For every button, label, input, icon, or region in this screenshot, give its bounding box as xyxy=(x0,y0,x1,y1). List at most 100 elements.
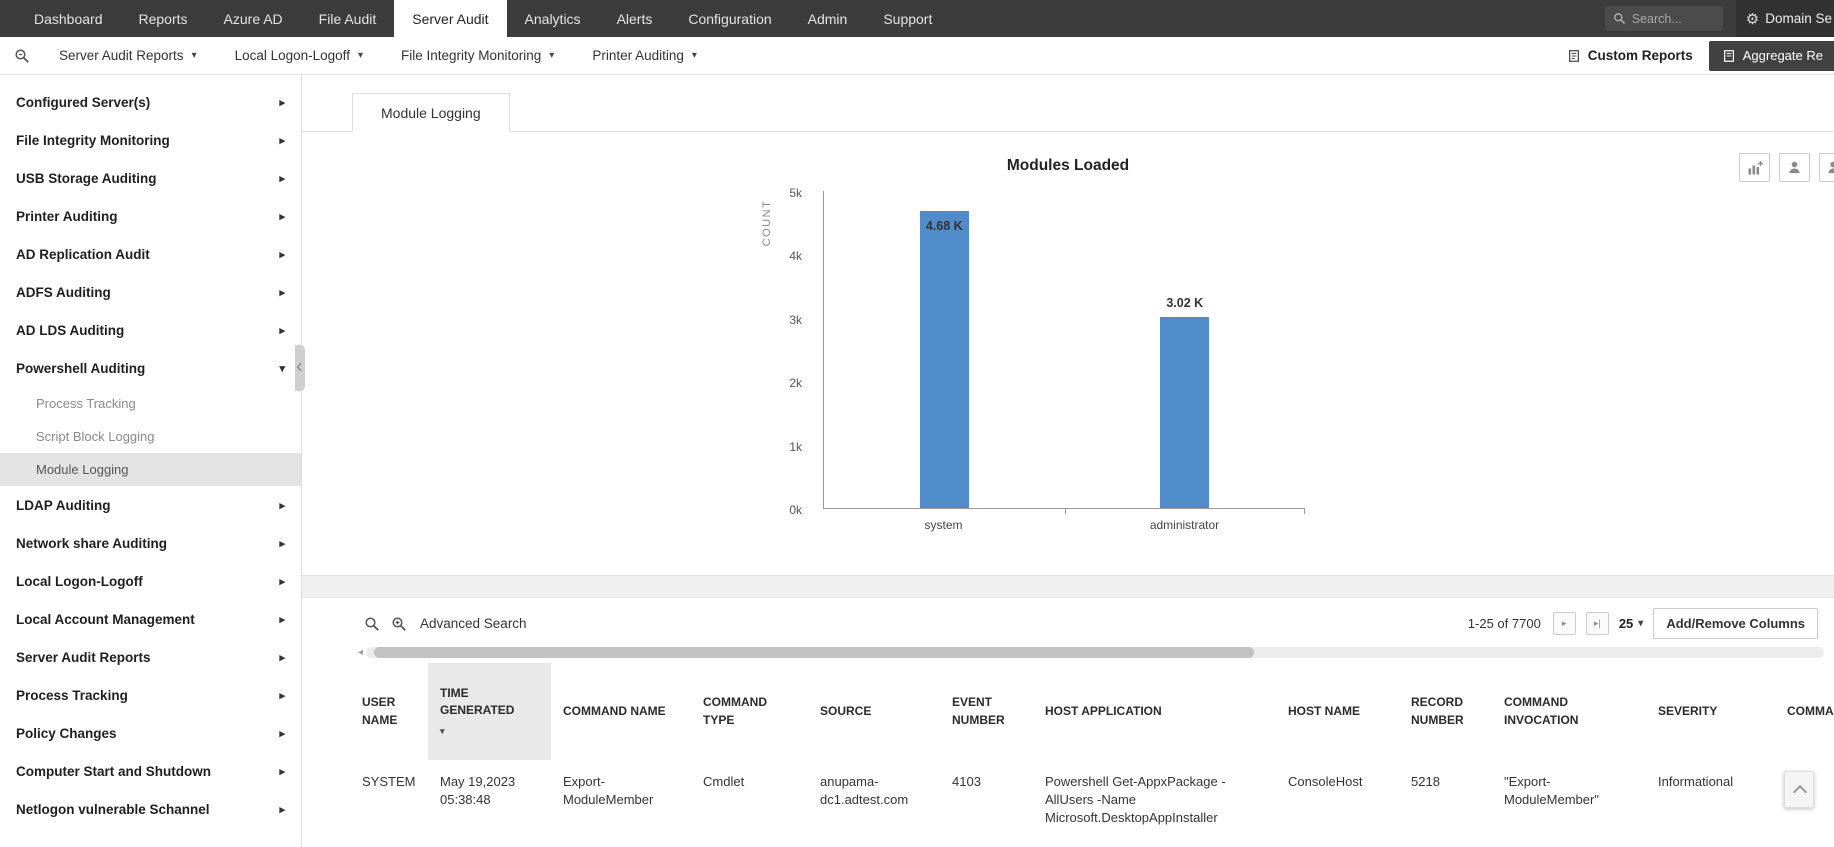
cell-user-name: SYSTEM xyxy=(350,760,428,828)
module-logging-table: USER NAME TIME GENERATED ▾ COMMAND NAME … xyxy=(350,663,1834,828)
col-command-name[interactable]: COMMAND NAME xyxy=(551,663,691,760)
caret-down-icon: ▾ xyxy=(358,50,363,61)
sidebar-item-usb-storage-auditing[interactable]: USB Storage Auditing▸ xyxy=(0,159,301,197)
aggregate-reports-button[interactable]: Aggregate Re xyxy=(1709,41,1834,71)
x-tick-system: system xyxy=(823,518,1064,532)
add-remove-columns-button[interactable]: Add/Remove Columns xyxy=(1653,608,1818,639)
sidebar-subitem-script-block-logging[interactable]: Script Block Logging xyxy=(0,420,301,453)
sidebar-item-ad-lds-auditing[interactable]: AD LDS Auditing▸ xyxy=(0,311,301,349)
quick-search-icon[interactable] xyxy=(14,48,30,64)
sidebar-item-label: Configured Server(s) xyxy=(16,95,150,110)
chevron-right-icon: ▸ xyxy=(279,803,285,816)
nav-reports[interactable]: Reports xyxy=(121,0,206,37)
sidebar-item-ad-replication-audit[interactable]: AD Replication Audit▸ xyxy=(0,235,301,273)
menu-printer-auditing[interactable]: Printer Auditing ▾ xyxy=(573,48,716,63)
global-search[interactable] xyxy=(1605,6,1723,31)
sidebar-item-policy-changes[interactable]: Policy Changes▸ xyxy=(0,714,301,752)
sidebar-item-local-account-management[interactable]: Local Account Management▸ xyxy=(0,600,301,638)
nav-analytics[interactable]: Analytics xyxy=(507,0,599,37)
advanced-search-icon[interactable] xyxy=(391,616,407,632)
cell-host-application: Powershell Get-AppxPackage -AllUsers -Na… xyxy=(1033,760,1276,828)
column-label: USER NAME xyxy=(362,695,397,726)
y-axis-ticks: 0k1k2k3k4k5k xyxy=(748,191,814,509)
nav-azure-ad[interactable]: Azure AD xyxy=(206,0,301,37)
sort-desc-icon[interactable]: ▾ xyxy=(440,725,539,738)
main-content: Module Logging Modules Loaded COUNT 0k1k… xyxy=(302,75,1834,847)
y-tick-label: 1k xyxy=(752,440,802,454)
bar-system[interactable] xyxy=(920,211,969,508)
table-viewport: USER NAME TIME GENERATED ▾ COMMAND NAME … xyxy=(350,663,1834,828)
sidebar-subitem-label: Module Logging xyxy=(36,462,129,477)
bar-administrator[interactable] xyxy=(1160,317,1209,508)
sidebar-item-configured-servers[interactable]: Configured Server(s) ▸ xyxy=(0,83,301,121)
sidebar-subitem-process-tracking[interactable]: Process Tracking xyxy=(0,387,301,420)
nav-support[interactable]: Support xyxy=(865,0,950,37)
add-to-report-icon[interactable] xyxy=(1739,153,1770,182)
column-label: COMMAND PATH xyxy=(1787,704,1834,718)
sidebar-item-server-audit-reports[interactable]: Server Audit Reports▸ xyxy=(0,638,301,676)
sidebar-item-network-share-auditing[interactable]: Network share Auditing▸ xyxy=(0,524,301,562)
nav-alerts[interactable]: Alerts xyxy=(599,0,671,37)
next-page-button[interactable]: ▸ xyxy=(1553,612,1576,635)
nav-dashboard[interactable]: Dashboard xyxy=(16,0,121,37)
menu-local-logon-logoff[interactable]: Local Logon-Logoff ▾ xyxy=(216,48,382,63)
sidebar-item-netlogon-vulnerable-schannel[interactable]: Netlogon vulnerable Schannel▸ xyxy=(0,790,301,828)
domain-settings[interactable]: ⚙ Domain Se xyxy=(1736,0,1834,37)
col-time-generated[interactable]: TIME GENERATED ▾ xyxy=(428,663,551,760)
menu-server-audit-reports[interactable]: Server Audit Reports ▾ xyxy=(40,48,216,63)
col-command-type[interactable]: COMMAND TYPE xyxy=(691,663,808,760)
search-input[interactable] xyxy=(1632,12,1714,26)
sidebar-collapse-handle[interactable] xyxy=(295,345,305,391)
col-severity[interactable]: SEVERITY xyxy=(1646,663,1775,760)
caret-down-icon: ▾ xyxy=(1638,618,1643,629)
sidebar-item-powershell-auditing[interactable]: Powershell Auditing▾ xyxy=(0,349,301,387)
col-record-number[interactable]: RECORD NUMBER xyxy=(1399,663,1492,760)
chevron-right-icon: ▸ xyxy=(279,96,285,109)
nav-server-audit[interactable]: Server Audit xyxy=(394,0,506,37)
menu-file-integrity-monitoring[interactable]: File Integrity Monitoring ▾ xyxy=(382,48,573,63)
sidebar-item-label: File Integrity Monitoring xyxy=(16,133,170,148)
col-source[interactable]: SOURCE xyxy=(808,663,940,760)
tab-strip: Module Logging xyxy=(302,75,1834,132)
scroll-to-top-button[interactable] xyxy=(1784,771,1814,808)
scrollbar-thumb[interactable] xyxy=(374,647,1254,658)
chevron-right-icon: ▸ xyxy=(279,499,285,512)
section-divider xyxy=(302,575,1834,598)
pagination-range: 1-25 of 7700 xyxy=(1468,616,1541,631)
modules-loaded-chart: Modules Loaded COUNT 0k1k2k3k4k5k 4.68 K… xyxy=(302,132,1834,575)
sidebar-item-adfs-auditing[interactable]: ADFS Auditing▸ xyxy=(0,273,301,311)
last-page-button[interactable]: ▸| xyxy=(1586,612,1609,635)
page-size-select[interactable]: 25 ▾ xyxy=(1619,616,1644,631)
sidebar-item-ldap-auditing[interactable]: LDAP Auditing▸ xyxy=(0,486,301,524)
user-logon-icon[interactable] xyxy=(1819,153,1834,182)
table-row[interactable]: SYSTEM May 19,2023 05:38:48 Export-Modul… xyxy=(350,760,1834,828)
col-host-application[interactable]: HOST APPLICATION xyxy=(1033,663,1276,760)
col-host-name[interactable]: HOST NAME xyxy=(1276,663,1399,760)
sidebar-item-local-logon-logoff[interactable]: Local Logon-Logoff▸ xyxy=(0,562,301,600)
top-navigation: Dashboard Reports Azure AD File Audit Se… xyxy=(0,0,1834,37)
user-filter-icon[interactable] xyxy=(1779,153,1810,182)
sidebar-item-process-tracking[interactable]: Process Tracking▸ xyxy=(0,676,301,714)
chevron-right-icon: ▸ xyxy=(279,689,285,702)
tab-module-logging[interactable]: Module Logging xyxy=(352,93,510,132)
sidebar-item-computer-start-and-shutdown[interactable]: Computer Start and Shutdown▸ xyxy=(0,752,301,790)
cell-source: anupama-dc1.adtest.com xyxy=(808,760,940,828)
col-user-name[interactable]: USER NAME xyxy=(350,663,428,760)
nav-file-audit[interactable]: File Audit xyxy=(301,0,395,37)
col-command-invocation[interactable]: COMMAND INVOCATION xyxy=(1492,663,1646,760)
scrollbar-track[interactable] xyxy=(366,647,1824,658)
column-label: TIME GENERATED xyxy=(440,686,514,717)
col-event-number[interactable]: EVENT NUMBER xyxy=(940,663,1033,760)
column-label: COMMAND INVOCATION xyxy=(1504,695,1578,726)
search-icon[interactable] xyxy=(364,616,380,632)
scroll-left-icon[interactable]: ◂ xyxy=(358,647,363,658)
sidebar-subitem-module-logging[interactable]: Module Logging xyxy=(0,453,301,486)
custom-reports-button[interactable]: Custom Reports xyxy=(1567,48,1693,63)
nav-admin[interactable]: Admin xyxy=(790,0,866,37)
sidebar-item-printer-auditing[interactable]: Printer Auditing▸ xyxy=(0,197,301,235)
nav-configuration[interactable]: Configuration xyxy=(670,0,789,37)
col-command-path[interactable]: COMMAND PATH xyxy=(1775,663,1834,760)
advanced-search-label[interactable]: Advanced Search xyxy=(420,616,527,631)
sidebar-item-file-integrity-monitoring[interactable]: File Integrity Monitoring▸ xyxy=(0,121,301,159)
sidebar-item-label: Powershell Auditing xyxy=(16,361,145,376)
